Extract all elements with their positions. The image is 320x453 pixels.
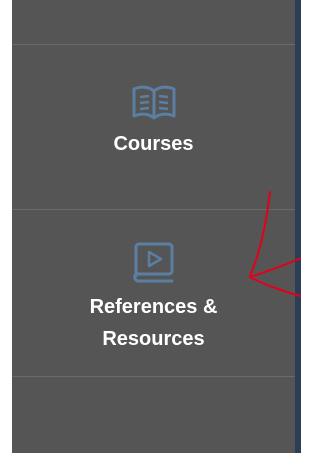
sidebar-divider — [12, 209, 295, 210]
sidebar-item-references-resources[interactable]: References & Resources — [12, 241, 295, 355]
content-edge — [295, 0, 301, 453]
open-book-icon — [132, 85, 175, 120]
sidebar-divider — [12, 44, 295, 45]
sidebar-divider — [12, 376, 295, 377]
sidebar-item-label: Courses — [113, 133, 194, 155]
sidebar: Courses References & Resources — [12, 0, 295, 453]
sidebar-item-courses[interactable]: Courses — [12, 84, 295, 160]
screenshot-frame: Courses References & Resources — [0, 0, 301, 453]
sidebar-item-label: Resources — [102, 328, 205, 350]
video-book-icon — [132, 242, 173, 283]
sidebar-item-label: References & — [89, 296, 218, 318]
